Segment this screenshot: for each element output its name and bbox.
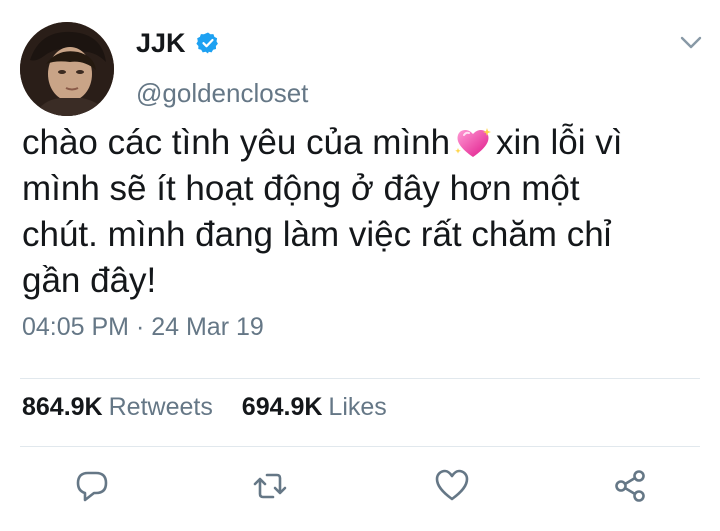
tweet-card: JJK @goldencloset chào các tình yêu của … — [0, 0, 720, 531]
tweet-text: chào các tình yêu của mình xin lỗi vì mì… — [22, 120, 662, 304]
retweets-stat[interactable]: 864.9K Retweets — [22, 393, 213, 422]
divider — [20, 378, 700, 379]
retweets-count: 864.9K — [22, 393, 103, 421]
divider — [20, 446, 700, 447]
like-icon[interactable] — [434, 468, 470, 504]
tweet-text-part: chào các tình yêu của mình — [22, 123, 451, 162]
likes-stat[interactable]: 694.9K Likes — [242, 393, 387, 422]
display-name[interactable]: JJK — [136, 28, 186, 59]
timestamp[interactable]: 04:05 PM · 24 Mar 19 — [22, 313, 264, 342]
likes-count: 694.9K — [241, 393, 323, 421]
likes-label: Likes — [328, 393, 387, 421]
avatar[interactable] — [20, 22, 114, 116]
chevron-down-icon[interactable] — [680, 36, 702, 50]
verified-badge-icon — [196, 32, 218, 54]
retweet-icon[interactable] — [252, 468, 288, 504]
retweets-label: Retweets — [108, 393, 213, 421]
avatar-image — [20, 22, 114, 116]
action-bar — [0, 468, 720, 512]
share-icon[interactable] — [612, 468, 648, 504]
username[interactable]: @goldencloset — [136, 78, 308, 109]
reply-icon[interactable] — [74, 468, 110, 504]
sparkling-heart-icon — [455, 128, 492, 157]
engagement-stats: 864.9K Retweets 694.9K Likes — [22, 393, 409, 422]
